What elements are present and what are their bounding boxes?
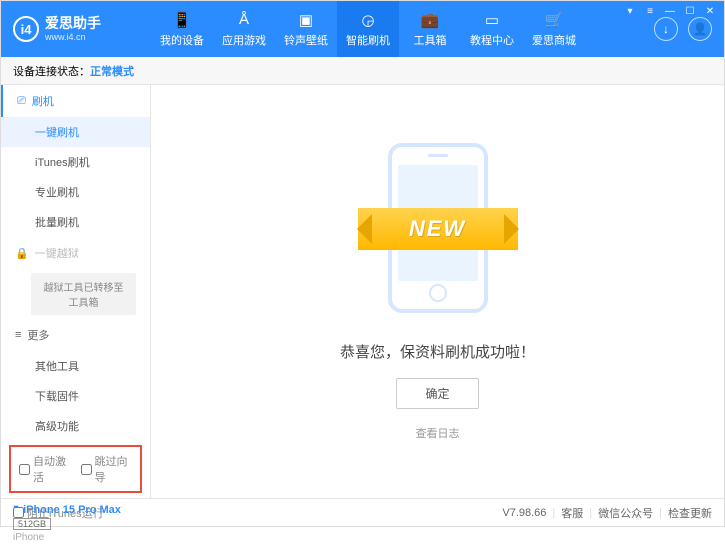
sidebar-item-batch[interactable]: 批量刷机: [1, 207, 150, 237]
ok-button[interactable]: 确定: [396, 378, 478, 409]
main-content: NEW 恭喜您，保资料刷机成功啦！ 确定 查看日志: [151, 85, 724, 498]
lock-icon: 🔒: [15, 247, 29, 260]
nav-store[interactable]: 🛒爱思商城: [523, 1, 585, 57]
block-itunes-checkbox[interactable]: 阻止iTunes运行: [13, 505, 104, 521]
nav-tutorials[interactable]: ▭教程中心: [461, 1, 523, 57]
download-button[interactable]: ↓: [654, 17, 678, 41]
nav-smart-flash[interactable]: ◶智能刷机: [337, 1, 399, 57]
jailbreak-note: 越狱工具已转移至工具箱: [31, 273, 136, 315]
options-box: 自动激活 跳过向导: [9, 445, 142, 493]
nav-my-device[interactable]: 📱我的设备: [151, 1, 213, 57]
sidebar-item-pro[interactable]: 专业刷机: [1, 177, 150, 207]
header: i4 爱思助手 www.i4.cn 📱我的设备 Å应用游戏 ▣铃声壁纸 ◶智能刷…: [1, 1, 724, 57]
phone-small-icon: ⎚: [17, 95, 26, 108]
minimize-icon[interactable]: —: [663, 4, 677, 18]
sidebar: ⎚ 刷机 一键刷机 iTunes刷机 专业刷机 批量刷机 🔒 一键越狱 越狱工具…: [1, 85, 151, 498]
book-icon: ▭: [483, 11, 501, 29]
sidebar-header-more[interactable]: ≡ 更多: [1, 319, 150, 351]
status-bar: 设备连接状态： 正常模式: [1, 57, 724, 85]
footer-support[interactable]: 客服: [561, 505, 583, 521]
nav-apps[interactable]: Å应用游戏: [213, 1, 275, 57]
settings-icon[interactable]: ≡: [643, 4, 657, 18]
version-label: V7.98.66: [502, 507, 546, 519]
menu-icon[interactable]: ▾: [623, 4, 637, 18]
sidebar-item-advanced[interactable]: 高级功能: [1, 411, 150, 441]
apps-icon: Å: [235, 11, 253, 29]
main-nav: 📱我的设备 Å应用游戏 ▣铃声壁纸 ◶智能刷机 💼工具箱 ▭教程中心 🛒爱思商城: [151, 1, 642, 57]
logo: i4 爱思助手 www.i4.cn: [1, 16, 151, 42]
congrats-text: 恭喜您，保资料刷机成功啦！: [340, 341, 535, 362]
footer-update[interactable]: 检查更新: [668, 505, 712, 521]
cart-icon: 🛒: [545, 11, 563, 29]
skip-guide-checkbox[interactable]: 跳过向导: [81, 453, 133, 485]
success-illustration: NEW: [368, 143, 508, 323]
footer-wechat[interactable]: 微信公众号: [598, 505, 653, 521]
user-button[interactable]: 👤: [688, 17, 712, 41]
view-log-link[interactable]: 查看日志: [416, 425, 460, 441]
logo-subtitle: www.i4.cn: [45, 32, 101, 42]
device-type: iPhone: [13, 532, 138, 543]
logo-title: 爱思助手: [45, 16, 101, 31]
phone-icon: 📱: [173, 11, 191, 29]
close-icon[interactable]: ✕: [703, 4, 717, 18]
new-ribbon: NEW: [358, 208, 518, 250]
sidebar-item-firmware[interactable]: 下载固件: [1, 381, 150, 411]
auto-activate-checkbox[interactable]: 自动激活: [19, 453, 71, 485]
sidebar-header-flash[interactable]: ⎚ 刷机: [1, 85, 150, 117]
footer: 阻止iTunes运行 V7.98.66 | 客服 | 微信公众号 | 检查更新: [1, 498, 724, 526]
sidebar-item-itunes[interactable]: iTunes刷机: [1, 147, 150, 177]
maximize-icon[interactable]: ☐: [683, 4, 697, 18]
logo-icon: i4: [13, 16, 39, 42]
nav-ringtone[interactable]: ▣铃声壁纸: [275, 1, 337, 57]
more-icon: ≡: [15, 329, 21, 341]
image-icon: ▣: [297, 11, 315, 29]
flash-icon: ◶: [359, 11, 377, 29]
status-label: 设备连接状态：: [13, 63, 90, 79]
nav-toolbox[interactable]: 💼工具箱: [399, 1, 461, 57]
toolbox-icon: 💼: [421, 11, 439, 29]
sidebar-header-jailbreak[interactable]: 🔒 一键越狱: [1, 237, 150, 269]
status-mode: 正常模式: [90, 63, 134, 79]
sidebar-item-other[interactable]: 其他工具: [1, 351, 150, 381]
sidebar-item-oneclick[interactable]: 一键刷机: [1, 117, 150, 147]
